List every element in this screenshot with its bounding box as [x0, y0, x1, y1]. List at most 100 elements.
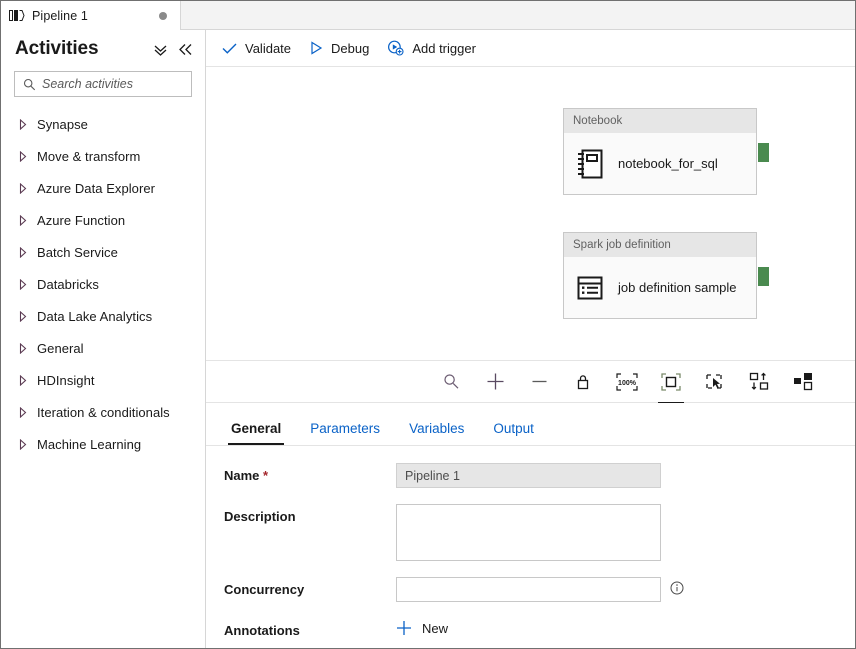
description-label: Description [224, 509, 296, 524]
add-annotation-label: New [422, 620, 449, 636]
debug-label: Debug [331, 40, 370, 56]
tab-pipeline-1[interactable]: Pipeline 1 [1, 1, 181, 30]
notebook-icon [575, 148, 605, 180]
chevron-right-icon [15, 374, 31, 386]
sidebar-item-label: Synapse [37, 116, 88, 132]
sidebar-item-label: HDInsight [37, 372, 95, 388]
sidebar-item-label: Databricks [37, 276, 99, 292]
sidebar-item-general[interactable]: General [1, 332, 205, 364]
activities-sidebar: Activities Search activities Synapse Mov… [1, 30, 206, 648]
validate-button[interactable]: Validate [222, 35, 291, 61]
tab-output[interactable]: Output [482, 421, 545, 445]
sidebar-item-label: Move & transform [37, 148, 141, 164]
sidebar-header-actions [153, 43, 193, 56]
tab-label: Variables [409, 421, 465, 436]
chevron-right-icon [15, 406, 31, 418]
add-annotation-button[interactable]: New [396, 618, 448, 636]
debug-button[interactable]: Debug [309, 35, 369, 61]
tab-strip: Pipeline 1 [1, 1, 855, 30]
activity-output-handle-success[interactable] [757, 142, 770, 163]
annotations-label: Annotations [224, 623, 300, 638]
form-row-annotations: Annotations New [206, 618, 855, 639]
form-row-concurrency: Concurrency [206, 577, 855, 602]
chevron-right-icon [15, 118, 31, 130]
add-trigger-button[interactable]: Add trigger [387, 35, 476, 61]
play-triangle-icon [309, 41, 323, 55]
tab-general[interactable]: General [220, 421, 292, 445]
sidebar-item-azure-data-explorer[interactable]: Azure Data Explorer [1, 172, 205, 204]
sidebar-item-label: Batch Service [37, 244, 118, 260]
search-icon [23, 78, 36, 91]
trigger-add-icon [387, 40, 404, 56]
name-input[interactable] [396, 463, 661, 488]
tab-label: Output [493, 421, 534, 436]
sidebar-item-iteration-conditionals[interactable]: Iteration & conditionals [1, 396, 205, 428]
page-title: Activities [15, 38, 99, 59]
concurrency-input[interactable] [396, 577, 661, 602]
sidebar-item-hdinsight[interactable]: HDInsight [1, 364, 205, 396]
description-textarea[interactable] [396, 504, 661, 561]
activity-category-list: Synapse Move & transform Azure Data Expl… [1, 108, 205, 460]
chevron-right-icon [15, 278, 31, 290]
sidebar-header: Activities [1, 30, 205, 68]
required-asterisk: * [263, 468, 269, 483]
chevron-double-down-icon[interactable] [153, 43, 168, 56]
synapse-pipeline-window: Pipeline 1 Activities Search activities … [0, 0, 856, 649]
zoom-in-icon[interactable] [474, 367, 516, 397]
activity-name-label: job definition sample [618, 280, 737, 295]
search-input[interactable] [42, 77, 205, 91]
auto-align-icon[interactable] [738, 367, 780, 397]
checkmark-icon [222, 42, 237, 55]
activity-card-notebook[interactable]: Notebook notebook_for_sql [563, 108, 770, 195]
pipeline-toolbar: Validate Debug Add trigger [206, 30, 855, 67]
pipeline-main-area: Validate Debug Add trigger Notebook note… [206, 30, 855, 648]
validate-label: Validate [245, 40, 292, 56]
select-region-icon[interactable] [694, 367, 736, 397]
search-activities-box[interactable] [14, 71, 205, 97]
chevron-right-icon [15, 182, 31, 194]
properties-panel: General Parameters Variables Output Name… [206, 403, 855, 648]
sidebar-item-data-lake-analytics[interactable]: Data Lake Analytics [1, 300, 205, 332]
tab-variables[interactable]: Variables [398, 421, 475, 445]
sidebar-item-machine-learning[interactable]: Machine Learning [1, 428, 205, 460]
sidebar-item-azure-function[interactable]: Azure Function [1, 204, 205, 236]
spark-job-definition-icon [575, 273, 605, 303]
zoom-level-icon[interactable]: 100% [606, 367, 648, 397]
form-row-name: Name * [206, 463, 855, 488]
unsaved-indicator-dot [159, 12, 167, 20]
tab-parameters[interactable]: Parameters [299, 421, 391, 445]
activity-output-handle-success[interactable] [757, 266, 770, 287]
chevron-right-icon [15, 438, 31, 450]
sidebar-item-batch-service[interactable]: Batch Service [1, 236, 205, 268]
sidebar-item-move-transform[interactable]: Move & transform [1, 140, 205, 172]
svg-text:100%: 100% [618, 380, 637, 387]
search-zoom-icon[interactable] [430, 367, 472, 397]
activity-card-spark-job-definition[interactable]: Spark job definition job definition samp… [563, 232, 770, 319]
sidebar-item-label: Machine Learning [37, 436, 142, 452]
general-form: Name * Description Concurrency [206, 446, 855, 638]
chevron-right-icon [15, 342, 31, 354]
zoom-to-fit-icon[interactable] [650, 367, 692, 397]
name-label-text: Name [224, 468, 260, 483]
activity-type-label: Notebook [573, 115, 623, 127]
zoom-out-icon[interactable] [518, 367, 560, 397]
info-icon[interactable] [670, 581, 684, 595]
name-label: Name * [224, 463, 396, 483]
activity-type-label: Spark job definition [573, 239, 671, 251]
properties-tabs: General Parameters Variables Output [206, 403, 855, 446]
tab-label: General [231, 421, 282, 436]
sidebar-item-label: Data Lake Analytics [37, 308, 153, 324]
chevron-right-icon [15, 310, 31, 322]
lock-icon[interactable] [562, 367, 604, 397]
chevron-double-left-icon[interactable] [178, 43, 193, 56]
sidebar-item-databricks[interactable]: Databricks [1, 268, 205, 300]
chevron-right-icon [15, 150, 31, 162]
sidebar-item-synapse[interactable]: Synapse [1, 108, 205, 140]
activity-card-body: job definition sample [564, 257, 756, 318]
pipeline-canvas[interactable]: Notebook notebook_for_sql Spark job defi… [206, 67, 855, 360]
form-row-description: Description [206, 504, 855, 561]
pipeline-icon [9, 9, 25, 22]
sidebar-item-label: Azure Function [37, 212, 126, 228]
concurrency-label: Concurrency [224, 582, 305, 597]
layout-icon[interactable] [782, 367, 824, 397]
